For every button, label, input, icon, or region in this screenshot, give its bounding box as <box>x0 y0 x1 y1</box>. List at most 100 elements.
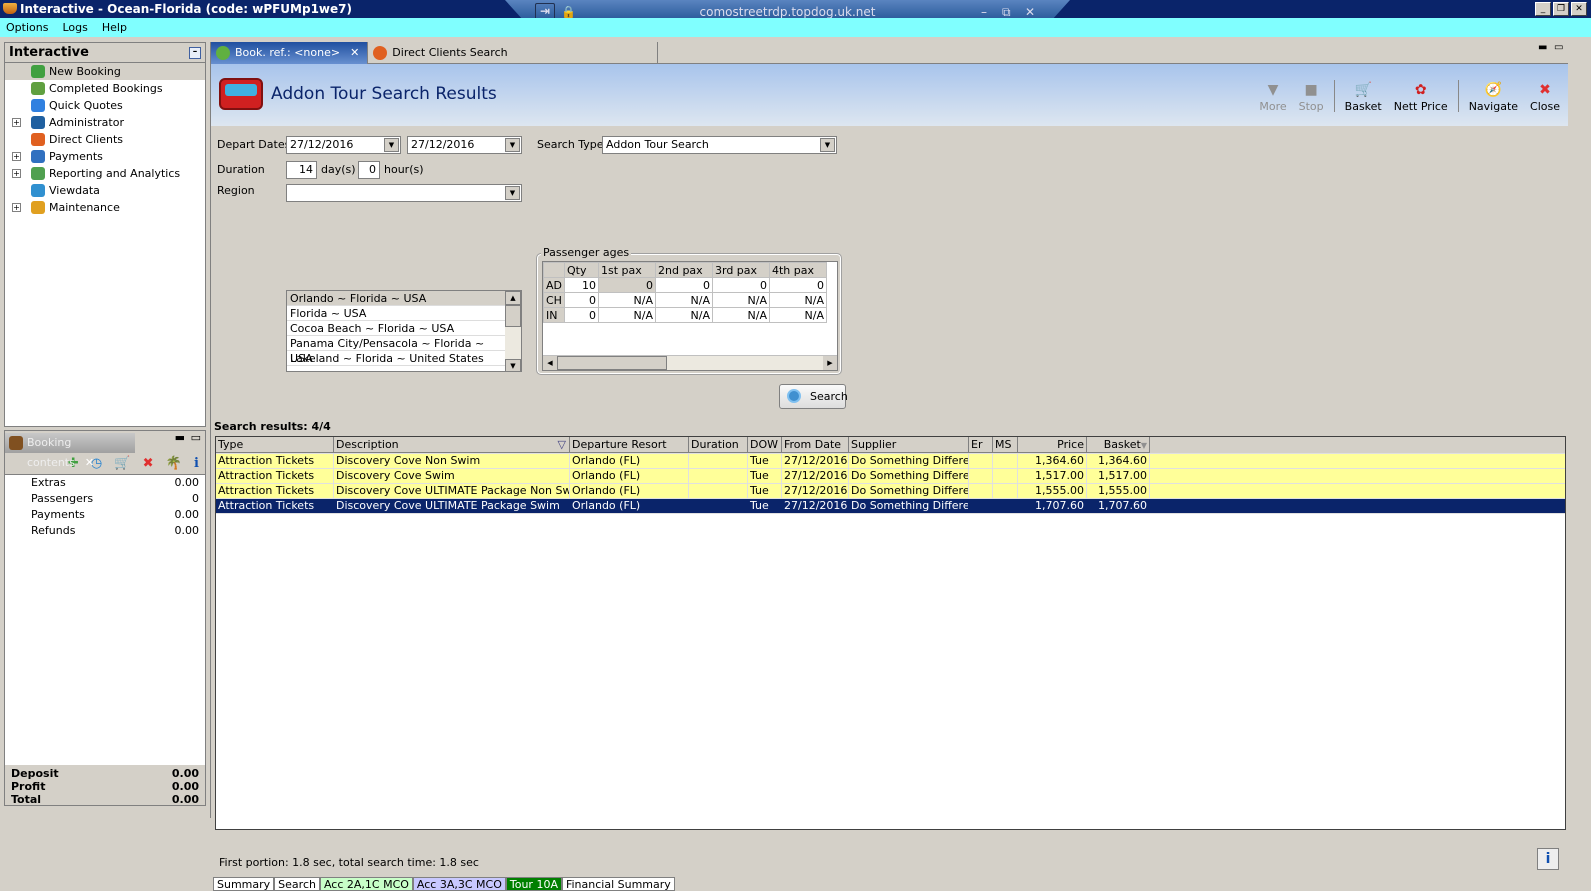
expand-icon[interactable]: + <box>12 203 21 212</box>
duration-days-input[interactable]: 14 <box>286 161 317 179</box>
minimize-panel-icon[interactable]: ▬ <box>175 431 185 444</box>
chevron-down-icon[interactable]: ▼ <box>384 138 399 152</box>
pax-cell[interactable]: N/A <box>598 307 656 323</box>
menu-help[interactable]: Help <box>102 18 127 37</box>
navigate-button[interactable]: 🧭 Navigate <box>1464 80 1523 113</box>
duration-hours-input[interactable]: 0 <box>358 161 380 179</box>
scroll-thumb[interactable] <box>505 305 521 327</box>
column-header[interactable]: Description ▽ <box>334 437 570 453</box>
nav-item[interactable]: Completed Bookings <box>5 80 205 97</box>
expand-icon[interactable]: + <box>12 169 21 178</box>
scroll-left-icon[interactable]: ◀ <box>543 356 557 370</box>
nett-price-button[interactable]: ✿ Nett Price <box>1389 80 1453 113</box>
filter-icon[interactable]: ▽ <box>558 437 566 452</box>
region-list-scrollbar[interactable]: ▲ ▼ <box>505 291 521 371</box>
results-grid[interactable]: Type Description ▽ Departure Resort Duration… <box>215 436 1566 830</box>
region-option[interactable]: Cocoa Beach ~ Florida ~ USA <box>287 321 505 336</box>
close-button[interactable]: ✕ <box>1571 2 1587 16</box>
palm-icon[interactable]: 🌴 <box>166 456 182 471</box>
nav-item[interactable]: Direct Clients <box>5 131 205 148</box>
region-option[interactable]: Lakeland ~ Florida ~ United States <box>287 351 505 366</box>
pax-horizontal-scrollbar[interactable]: ◀ ▶ <box>543 355 837 370</box>
info-icon[interactable]: i <box>194 456 199 471</box>
pax-cell[interactable]: 0 <box>564 307 599 323</box>
table-row[interactable]: Attraction Tickets Discovery Cove Non Swi… <box>216 454 1565 469</box>
table-row[interactable]: Attraction Tickets Discovery Cove Swim Orl… <box>216 469 1565 484</box>
pax-cell[interactable]: 0 <box>712 277 770 293</box>
chevron-down-icon[interactable]: ▼ <box>505 186 520 200</box>
bottom-tab[interactable]: Financial Summary <box>561 877 675 891</box>
bottom-tab[interactable]: Search <box>274 877 320 891</box>
stop-button[interactable]: ■ Stop <box>1294 80 1329 113</box>
region-option[interactable]: Florida ~ USA <box>287 306 505 321</box>
column-header[interactable]: From Date <box>782 437 849 453</box>
chevron-down-icon[interactable]: ▼ <box>820 138 835 152</box>
tab-direct-clients-search[interactable]: Direct Clients Search <box>368 42 659 64</box>
bottom-tab[interactable]: Tour 10A <box>505 877 562 891</box>
nav-item[interactable]: Quick Quotes <box>5 97 205 114</box>
column-header[interactable]: Duration <box>689 437 748 453</box>
expand-icon[interactable]: + <box>12 152 21 161</box>
pax-cell[interactable]: N/A <box>712 292 770 308</box>
basket-button[interactable]: 🛒 Basket <box>1340 80 1387 113</box>
column-header[interactable]: Price <box>1018 437 1087 453</box>
scroll-down-icon[interactable]: ▼ <box>505 359 521 371</box>
depart-date-from[interactable]: 27/12/2016 ▼ <box>286 136 401 154</box>
table-row[interactable]: Attraction Tickets Discovery Cove ULTIMAT… <box>216 499 1565 514</box>
nav-item[interactable]: + Reporting and Analytics <box>5 165 205 182</box>
collapse-icon[interactable]: – <box>189 47 201 59</box>
nav-item[interactable]: + Administrator <box>5 114 205 131</box>
close-icon[interactable]: ✕ <box>85 456 94 469</box>
column-header[interactable]: Er <box>969 437 993 453</box>
menu-options[interactable]: Options <box>6 18 48 37</box>
pax-cell[interactable]: 10 <box>564 277 599 293</box>
pax-cell[interactable]: N/A <box>655 307 713 323</box>
maximize-pane-icon[interactable]: ▭ <box>1554 42 1563 53</box>
pax-cell[interactable]: N/A <box>769 307 827 323</box>
table-row[interactable]: Attraction Tickets Discovery Cove ULTIMAT… <box>216 484 1565 499</box>
pax-cell[interactable]: 0 <box>655 277 713 293</box>
nav-item[interactable]: + Maintenance <box>5 199 205 216</box>
column-header[interactable]: Supplier <box>849 437 969 453</box>
restore-button[interactable]: ❐ <box>1553 2 1569 16</box>
bottom-tab[interactable]: Summary <box>213 877 275 891</box>
menu-logs[interactable]: Logs <box>62 18 87 37</box>
bottom-tab[interactable]: Acc 2A,1C MCO <box>319 877 413 891</box>
pax-cell[interactable]: N/A <box>655 292 713 308</box>
region-option[interactable]: Orlando ~ Florida ~ USA <box>287 291 505 306</box>
minimize-button[interactable]: _ <box>1535 2 1551 16</box>
passenger-ages-grid[interactable]: Qty 1st pax 2nd pax 3rd pax 4th pax AD 10 0 0 0 0 C… <box>542 261 838 371</box>
depart-date-to[interactable]: 27/12/2016 ▼ <box>407 136 522 154</box>
region-option[interactable]: Panama City/Pensacola ~ Florida ~ USA <box>287 336 505 365</box>
chevron-down-icon[interactable]: ▼ <box>505 138 520 152</box>
column-header[interactable]: Departure Resort <box>570 437 689 453</box>
search-button[interactable]: Search <box>779 384 848 409</box>
region-select[interactable]: ▼ <box>286 184 522 202</box>
column-header[interactable]: MS <box>993 437 1018 453</box>
tab-booking[interactable]: Book. ref.: <none> ✕ <box>211 42 369 64</box>
pax-cell[interactable]: N/A <box>769 292 827 308</box>
nav-item[interactable]: + Payments <box>5 148 205 165</box>
nav-item[interactable]: New Booking <box>5 63 205 80</box>
close-page-button[interactable]: ✖ Close <box>1525 80 1565 113</box>
scroll-thumb[interactable] <box>557 356 667 370</box>
maximize-panel-icon[interactable]: ▭ <box>191 431 201 444</box>
delete-icon[interactable]: ✖ <box>143 456 154 471</box>
column-header[interactable]: Basket▼ <box>1087 437 1150 453</box>
basket-transfer-icon[interactable]: 🛒 <box>114 456 130 471</box>
column-header[interactable]: DOW <box>748 437 782 453</box>
close-tab-icon[interactable]: ✕ <box>350 46 359 59</box>
column-header[interactable]: Type <box>216 437 334 453</box>
pax-cell[interactable]: 0 <box>598 277 656 293</box>
scroll-right-icon[interactable]: ▶ <box>823 356 837 370</box>
expand-icon[interactable]: + <box>12 118 21 127</box>
pax-cell[interactable]: N/A <box>598 292 656 308</box>
bottom-tab[interactable]: Acc 3A,3C MCO <box>412 877 506 891</box>
pax-cell[interactable]: N/A <box>712 307 770 323</box>
region-list[interactable]: Orlando ~ Florida ~ USA Florida ~ USA Coco… <box>286 290 522 372</box>
pax-cell[interactable]: 0 <box>564 292 599 308</box>
more-button[interactable]: ▼ More <box>1254 80 1291 113</box>
nav-item[interactable]: Viewdata <box>5 182 205 199</box>
info-button[interactable]: i <box>1537 848 1559 870</box>
search-type-select[interactable]: Addon Tour Search ▼ <box>602 136 837 154</box>
